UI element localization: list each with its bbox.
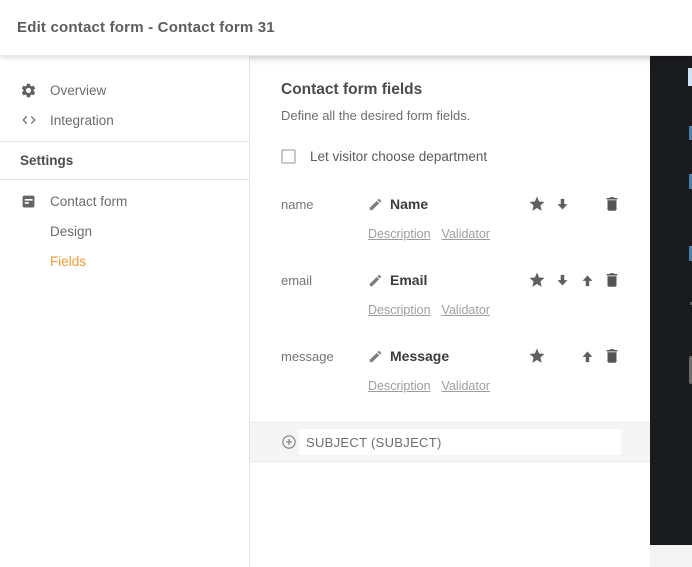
edit-pencil-icon[interactable] — [368, 273, 383, 288]
description-link[interactable]: Description — [368, 303, 431, 317]
body-layout: Overview Integration Settings Contact fo… — [0, 56, 692, 567]
sidebar-item-fields[interactable]: Fields — [0, 246, 249, 276]
sidebar: Overview Integration Settings Contact fo… — [0, 56, 250, 567]
department-checkbox[interactable] — [281, 149, 296, 164]
field-key: message — [281, 348, 334, 364]
preview-fragment-title — [688, 68, 692, 86]
required-star-icon[interactable] — [528, 271, 546, 289]
sidebar-item-contact-form[interactable]: Contact form — [0, 186, 249, 216]
validator-link[interactable]: Validator — [442, 303, 490, 317]
add-circle-icon[interactable] — [281, 434, 297, 450]
field-row-email: email Email Description Validator — [281, 270, 621, 317]
edit-pencil-icon[interactable] — [368, 349, 383, 364]
required-star-icon[interactable] — [528, 195, 546, 213]
panel-title: Contact form fields — [281, 81, 423, 98]
preview-background — [650, 545, 692, 567]
app-window: Edit contact form - Contact form 31 Over… — [0, 0, 692, 567]
description-link[interactable]: Description — [368, 227, 431, 241]
field-key: email — [281, 272, 313, 288]
sidebar-item-label: Integration — [50, 112, 114, 128]
sidebar-item-label: Overview — [50, 82, 107, 98]
panel-subtitle: Define all the desired form fields. — [281, 108, 471, 123]
sidebar-item-design[interactable]: Design — [0, 216, 249, 246]
widget-preview-dark — [650, 56, 692, 545]
add-field-row: SUBJECT (SUBJECT) — [250, 422, 650, 462]
field-row-name: name Name Description Validator — [281, 194, 621, 241]
add-field-button[interactable]: SUBJECT (SUBJECT) — [299, 429, 621, 455]
action-spacer — [578, 195, 596, 213]
field-label: Email — [390, 272, 428, 288]
validator-link[interactable]: Validator — [442, 227, 490, 241]
action-spacer — [553, 347, 571, 365]
sidebar-item-integration[interactable]: Integration — [0, 105, 249, 135]
sidebar-item-overview[interactable]: Overview — [0, 75, 249, 105]
department-checkbox-row: Let visitor choose department — [281, 149, 621, 164]
page-title: Edit contact form - Contact form 31 — [17, 19, 275, 36]
field-label: Name — [390, 196, 429, 212]
sidebar-divider — [0, 179, 249, 180]
sidebar-section-settings: Settings — [20, 153, 74, 168]
move-up-icon[interactable] — [578, 347, 596, 365]
titlebar: Edit contact form - Contact form 31 — [0, 0, 692, 56]
contact-form-fields-panel: Contact form fields Define all the desir… — [250, 56, 650, 567]
move-down-icon[interactable] — [553, 271, 571, 289]
department-checkbox-label[interactable]: Let visitor choose department — [310, 149, 487, 164]
add-field-label: SUBJECT (SUBJECT) — [306, 434, 442, 450]
trash-icon[interactable] — [603, 271, 621, 289]
form-icon — [20, 193, 37, 210]
edit-pencil-icon[interactable] — [368, 197, 383, 212]
required-star-icon[interactable] — [528, 347, 546, 365]
move-up-icon[interactable] — [578, 271, 596, 289]
validator-link[interactable]: Validator — [442, 379, 490, 393]
trash-icon[interactable] — [603, 347, 621, 365]
trash-icon[interactable] — [603, 195, 621, 213]
code-icon — [20, 112, 37, 129]
fields-list: name Name Description Validator email Em… — [281, 194, 621, 393]
widget-preview-panel — [650, 56, 692, 567]
field-key: name — [281, 196, 314, 212]
field-row-message: message Message Description Validator — [281, 346, 621, 393]
sidebar-item-label: Design — [50, 223, 93, 239]
sidebar-item-label: Contact form — [50, 193, 128, 209]
gear-icon — [20, 82, 37, 99]
description-link[interactable]: Description — [368, 379, 431, 393]
sidebar-item-label: Fields — [50, 253, 87, 269]
field-label: Message — [390, 348, 450, 364]
move-down-icon[interactable] — [553, 195, 571, 213]
